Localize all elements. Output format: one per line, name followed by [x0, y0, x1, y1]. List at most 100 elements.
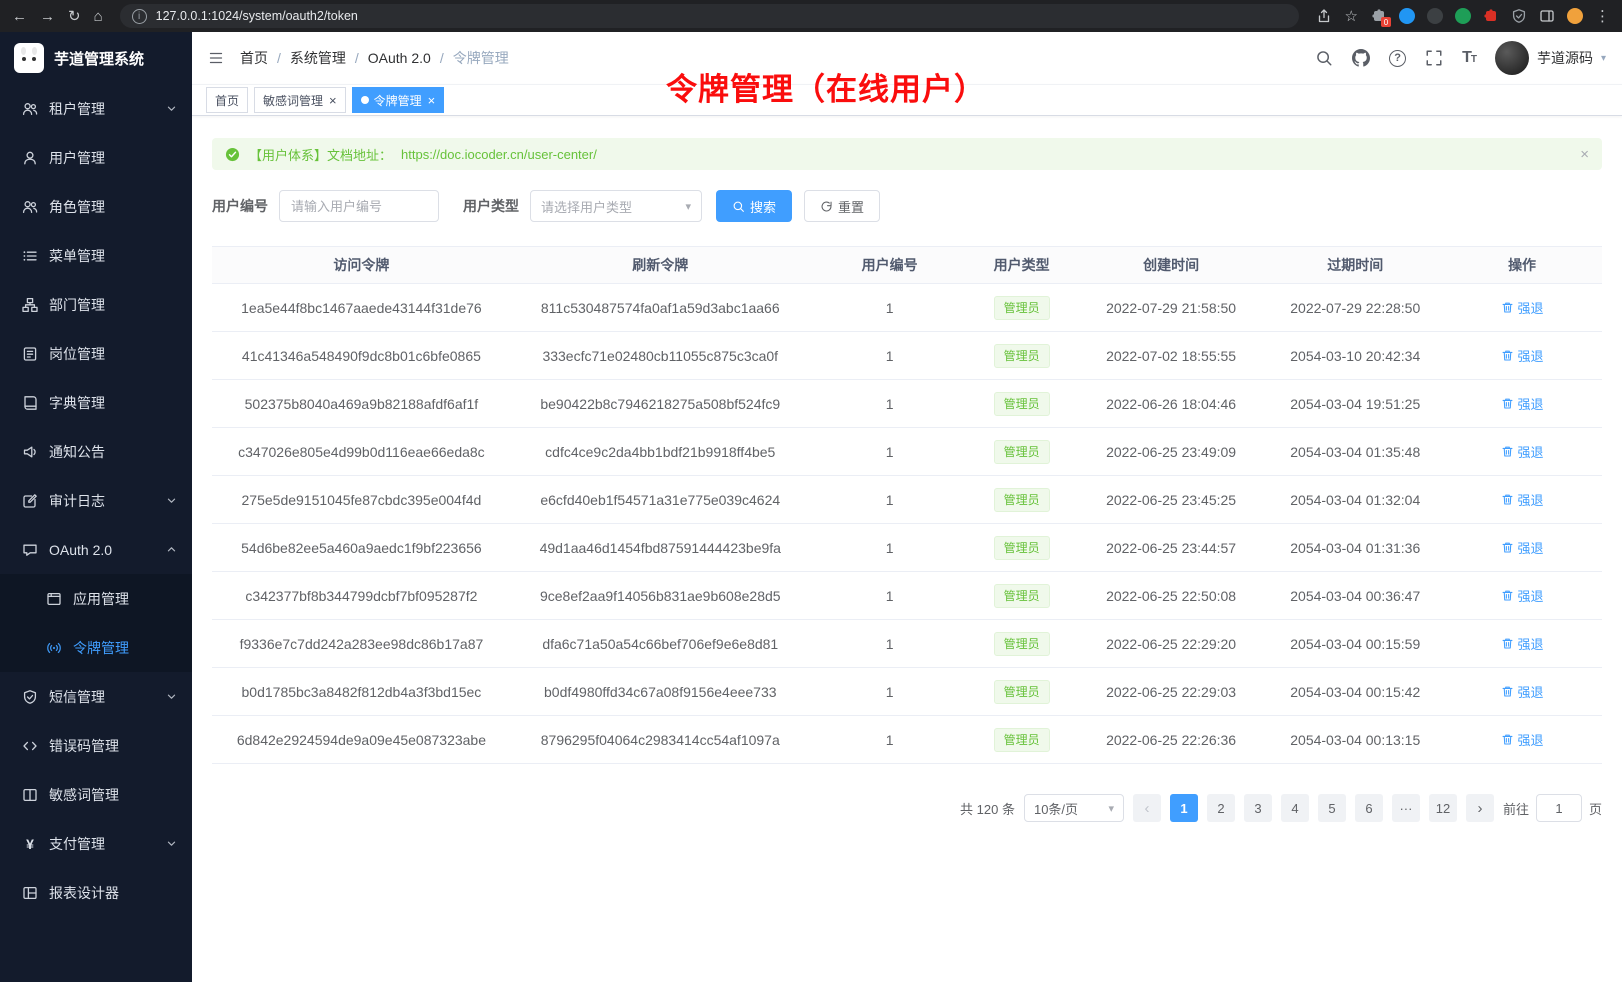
sidebar-item-user[interactable]: 用户管理: [0, 133, 192, 182]
font-size-icon[interactable]: TT: [1462, 49, 1476, 67]
sidebar-item-pay[interactable]: ¥ 支付管理: [0, 819, 192, 868]
home-button[interactable]: ⌂: [94, 9, 103, 24]
bookmark-star-icon[interactable]: ☆: [1345, 9, 1358, 24]
sidebar-item-token-management[interactable]: 令牌管理: [0, 623, 192, 672]
menu-fold-icon[interactable]: [208, 50, 224, 66]
goto-label: 前往: [1503, 799, 1529, 818]
shield-extension-icon[interactable]: [1511, 8, 1527, 24]
green-extension-icon[interactable]: [1455, 8, 1471, 24]
puzzle-extensions-icon[interactable]: [1483, 8, 1499, 24]
page-button-6[interactable]: 6: [1355, 794, 1383, 822]
chevron-down-icon: [166, 838, 177, 849]
chevron-down-icon: [166, 691, 177, 702]
sidebar-item-menu[interactable]: 菜单管理: [0, 231, 192, 280]
user-menu[interactable]: 芋道源码 ▾: [1495, 41, 1606, 75]
sidebar-item-notice[interactable]: 通知公告: [0, 427, 192, 476]
github-icon[interactable]: [1352, 49, 1370, 67]
breadcrumb-home[interactable]: 首页: [240, 48, 268, 68]
user-type-badge: 管理员: [994, 728, 1050, 752]
breadcrumb-system[interactable]: 系统管理: [290, 48, 346, 68]
caret-down-icon: ▾: [685, 200, 691, 213]
sidebar-item-sensitive-word[interactable]: 敏感词管理: [0, 770, 192, 819]
sidebar-item-role[interactable]: 角色管理: [0, 182, 192, 231]
search-icon: [732, 200, 745, 213]
users-icon: [22, 199, 38, 215]
app-logo-area[interactable]: 芋道管理系统: [0, 32, 192, 84]
fullscreen-icon[interactable]: [1425, 49, 1443, 67]
dark-extension-icon[interactable]: [1427, 8, 1443, 24]
close-icon[interactable]: ×: [428, 94, 436, 107]
back-button[interactable]: ←: [12, 9, 27, 24]
breadcrumb-oauth2[interactable]: OAuth 2.0: [368, 50, 431, 66]
site-info-icon[interactable]: i: [132, 9, 147, 24]
sidebar-item-tenant[interactable]: 租户管理: [0, 84, 192, 133]
navbar-actions: ? TT 芋道源码 ▾: [1315, 41, 1606, 75]
blue-extension-icon[interactable]: [1399, 8, 1415, 24]
sidebar-item-error-code[interactable]: 错误码管理: [0, 721, 192, 770]
token-table: 访问令牌 刷新令牌 用户编号 用户类型 创建时间 过期时间 操作 1ea5e44…: [212, 246, 1602, 764]
sidebar-item-audit-log[interactable]: 审计日志: [0, 476, 192, 525]
trash-icon: [1501, 685, 1514, 698]
user-type-badge: 管理员: [994, 680, 1050, 704]
force-logout-button[interactable]: 强退: [1501, 298, 1544, 317]
next-page-button[interactable]: ›: [1466, 794, 1494, 822]
force-logout-button[interactable]: 强退: [1501, 634, 1544, 653]
sidebar-item-app-management[interactable]: 应用管理: [0, 574, 192, 623]
table-row: 1ea5e44f8bc1467aaede43144f31de76 811c530…: [212, 284, 1602, 332]
prev-page-button[interactable]: ‹: [1133, 794, 1161, 822]
tab-sensitive-word[interactable]: 敏感词管理 ×: [254, 87, 346, 113]
goto-page-input[interactable]: [1536, 794, 1582, 822]
sidebar-toggle-icon[interactable]: [1539, 8, 1555, 24]
reload-button[interactable]: ↻: [68, 9, 81, 24]
tab-home[interactable]: 首页: [206, 87, 248, 113]
table-row: 6d842e2924594de9a09e45e087323abe 8796295…: [212, 716, 1602, 764]
active-dot: [361, 96, 369, 104]
force-logout-button[interactable]: 强退: [1501, 346, 1544, 365]
page-button-3[interactable]: 3: [1244, 794, 1272, 822]
more-pages-button[interactable]: ···: [1392, 794, 1420, 822]
user-type-select[interactable]: 请选择用户类型 ▾: [530, 190, 702, 222]
sidebar-item-report-designer[interactable]: 报表设计器: [0, 868, 192, 917]
force-logout-button[interactable]: 强退: [1501, 394, 1544, 413]
close-icon[interactable]: ×: [1580, 146, 1589, 163]
forward-button[interactable]: →: [40, 9, 55, 24]
force-logout-button[interactable]: 强退: [1501, 586, 1544, 605]
table-row: 275e5de9151045fe87cbdc395e004f4d e6cfd40…: [212, 476, 1602, 524]
table-row: 502375b8040a469a9b82188afdf6af1f be90422…: [212, 380, 1602, 428]
help-icon[interactable]: ?: [1389, 50, 1406, 67]
page-button-12[interactable]: 12: [1429, 794, 1457, 822]
doc-link[interactable]: https://doc.iocoder.cn/user-center/: [401, 147, 597, 162]
close-icon[interactable]: ×: [329, 94, 337, 107]
sidebar-item-post[interactable]: 岗位管理: [0, 329, 192, 378]
sidebar-item-sms[interactable]: 短信管理: [0, 672, 192, 721]
search-button[interactable]: 搜索: [716, 190, 792, 222]
page-button-5[interactable]: 5: [1318, 794, 1346, 822]
force-logout-button[interactable]: 强退: [1501, 442, 1544, 461]
browser-menu-icon[interactable]: ⋮: [1595, 9, 1610, 24]
sidebar-item-dept[interactable]: 部门管理: [0, 280, 192, 329]
alert-text: 【用户体系】文档地址：: [249, 145, 392, 164]
page-button-2[interactable]: 2: [1207, 794, 1235, 822]
sidebar-item-oauth2[interactable]: OAuth 2.0: [0, 525, 192, 574]
chat-bubble-icon: [22, 542, 38, 558]
user-id-input[interactable]: [279, 190, 439, 222]
badged-extension-icon[interactable]: 0: [1371, 8, 1387, 24]
refresh-icon: [820, 200, 833, 213]
profile-avatar-icon[interactable]: [1567, 8, 1583, 24]
share-icon[interactable]: [1316, 8, 1332, 24]
page-button-1[interactable]: 1: [1170, 794, 1198, 822]
reset-button[interactable]: 重置: [804, 190, 880, 222]
page-size-select[interactable]: 10条/页 ▾: [1024, 794, 1124, 822]
search-icon[interactable]: [1315, 49, 1333, 67]
force-logout-button[interactable]: 强退: [1501, 538, 1544, 557]
sidebar-item-dict[interactable]: 字典管理: [0, 378, 192, 427]
code-icon: [22, 738, 38, 754]
address-bar[interactable]: i 127.0.0.1:1024/system/oauth2/token: [120, 4, 1299, 28]
force-logout-button[interactable]: 强退: [1501, 730, 1544, 749]
force-logout-button[interactable]: 强退: [1501, 490, 1544, 509]
org-tree-icon: [22, 297, 38, 313]
force-logout-button[interactable]: 强退: [1501, 682, 1544, 701]
page-button-4[interactable]: 4: [1281, 794, 1309, 822]
tab-token[interactable]: 令牌管理 ×: [352, 87, 445, 113]
pagination-total: 共 120 条: [960, 799, 1015, 818]
